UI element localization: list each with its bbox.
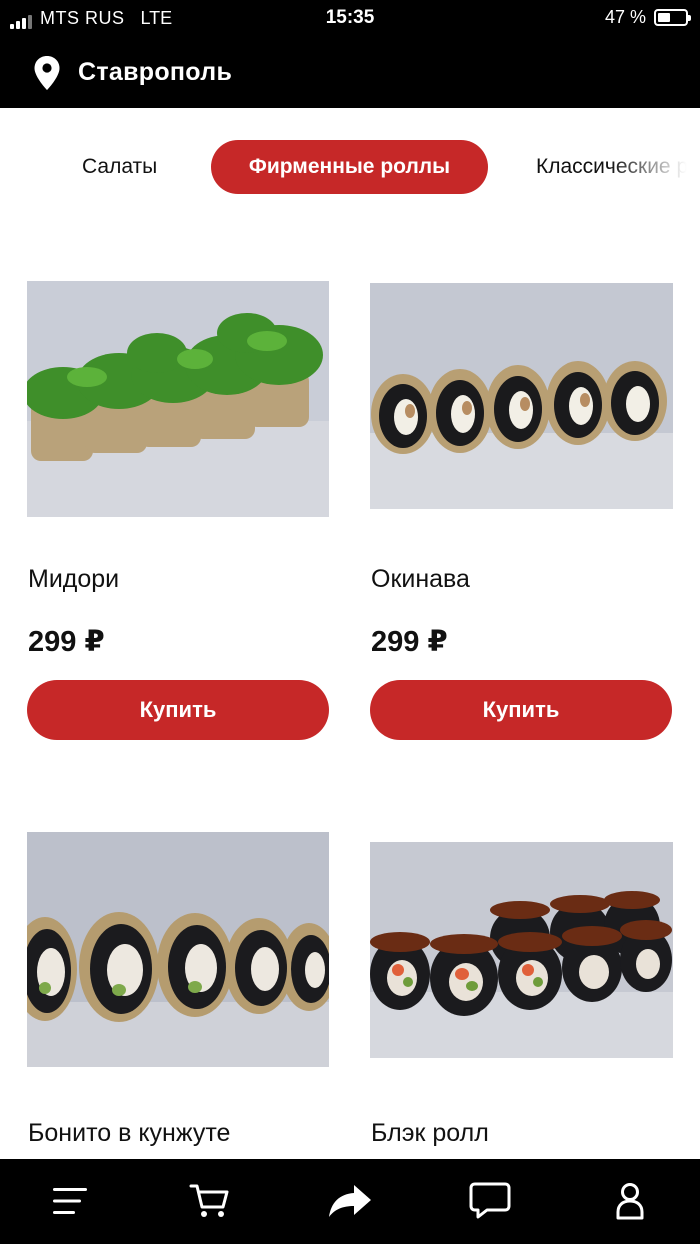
tab-signature-rolls[interactable]: Фирменные роллы (211, 140, 488, 194)
product-image-bonito[interactable] (27, 832, 329, 1067)
product-image-black-roll[interactable] (370, 842, 673, 1058)
buy-button[interactable]: Купить (370, 680, 672, 740)
chat-icon (469, 1182, 511, 1219)
menu-button[interactable] (48, 1179, 92, 1223)
cart-icon (189, 1184, 229, 1217)
product-image-okinawa[interactable] (370, 283, 673, 509)
menu-icon (53, 1188, 87, 1214)
share-icon (329, 1185, 371, 1217)
battery-icon (654, 9, 691, 26)
city-name[interactable]: Ставрополь (78, 58, 232, 87)
buy-button[interactable]: Купить (27, 680, 329, 740)
status-bar: MTS RUS LTE 15:35 47 % (0, 0, 700, 38)
clock: 15:35 (325, 7, 375, 28)
product-name[interactable]: Блэк ролл (371, 1119, 489, 1148)
profile-icon (616, 1183, 644, 1220)
bottom-navigation (0, 1159, 700, 1244)
chat-button[interactable] (468, 1179, 512, 1223)
battery-percent: 47 % (604, 7, 646, 27)
battery-fill (658, 13, 671, 22)
product-name[interactable]: Бонито в кунжуте (28, 1119, 230, 1148)
app-header: Ставрополь (0, 38, 700, 108)
cart-button[interactable] (188, 1179, 232, 1223)
location-pin-icon[interactable] (33, 55, 61, 91)
product-price: 299 ₽ (28, 626, 105, 658)
product-price: 299 ₽ (371, 626, 448, 658)
tab-salads[interactable]: Салаты (82, 140, 157, 194)
product-image-midori[interactable] (27, 281, 329, 517)
category-tabs: Салаты Фирменные роллы Классические ролл… (0, 140, 700, 196)
profile-button[interactable] (608, 1179, 652, 1223)
status-right: 47 % (604, 7, 691, 28)
tab-classic-rolls[interactable]: Классические роллы (536, 140, 700, 194)
product-name[interactable]: Окинава (371, 565, 470, 594)
share-button[interactable] (328, 1179, 372, 1223)
product-name[interactable]: Мидори (28, 565, 119, 594)
battery-tip (688, 15, 691, 21)
